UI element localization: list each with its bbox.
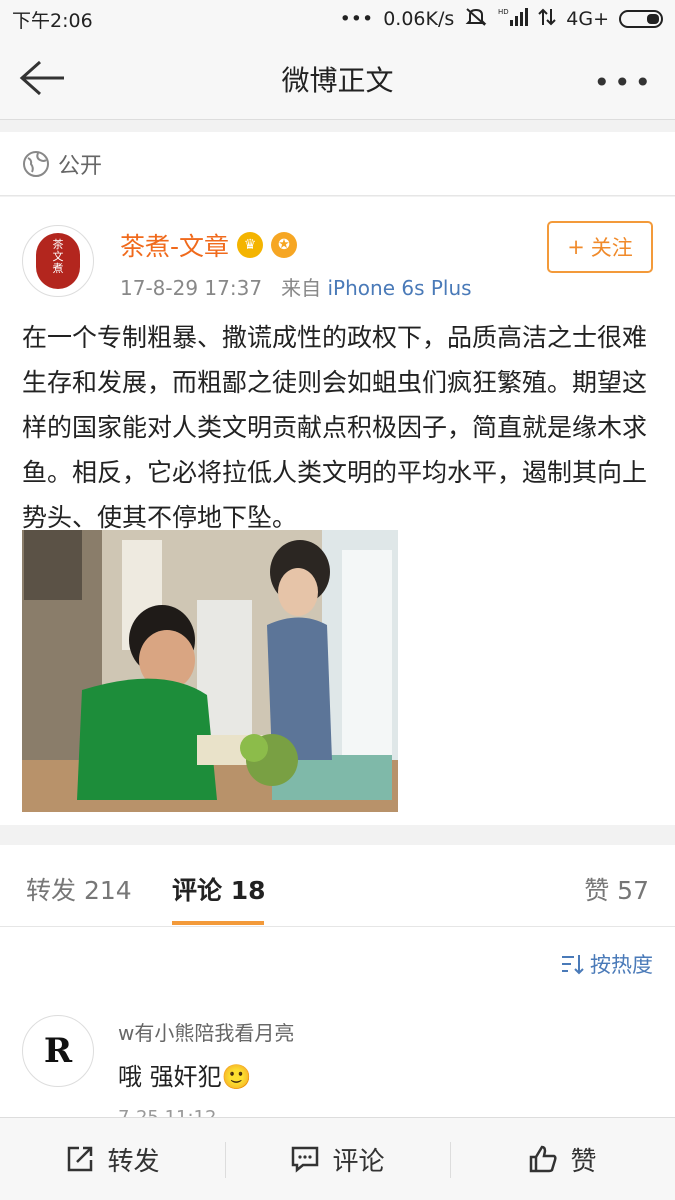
status-dots: •••: [339, 8, 374, 30]
active-tab-indicator: [172, 921, 264, 925]
photo-illustration: [22, 530, 398, 812]
like-button[interactable]: 赞: [450, 1118, 675, 1200]
back-button[interactable]: [18, 58, 66, 98]
repost-icon: [68, 1146, 93, 1172]
battery-icon: [619, 10, 663, 28]
globe-icon: [23, 150, 49, 177]
post-meta: 17-8-29 17:37 来自 iPhone 6s Plus: [120, 272, 472, 301]
tab-comments[interactable]: 评论 18: [172, 871, 266, 907]
post-card: 茶文煮 茶煮-文章 ♛ ✪ 17-8-29 17:37 来自 iPhone 6s…: [0, 197, 675, 825]
post-source[interactable]: iPhone 6s Plus: [328, 276, 472, 300]
repost-button[interactable]: 转发: [0, 1118, 225, 1200]
visibility-label: 公开: [58, 153, 103, 179]
author-avatar-image: 茶文煮: [36, 233, 80, 289]
comment-icon: [292, 1146, 319, 1173]
author-row: 茶煮-文章 ♛ ✪: [120, 227, 298, 263]
like-label: 赞: [570, 1146, 597, 1177]
post-date: 17-8-29 17:37: [120, 276, 263, 300]
back-arrow-icon: [19, 60, 64, 96]
visibility-row: 公开: [0, 132, 675, 196]
svg-text:HD: HD: [498, 8, 509, 16]
mute-icon: [464, 7, 488, 32]
status-time: 下午2:06: [12, 9, 93, 32]
follow-label: 关注: [590, 236, 633, 260]
page-title: 微博正文: [281, 63, 394, 97]
post-from-label: 来自: [281, 276, 322, 300]
vip-badge-icon: ✪: [271, 232, 298, 258]
title-bar: 微博正文 •••: [0, 38, 675, 120]
thumbs-up-icon: [530, 1145, 558, 1173]
author-name[interactable]: 茶煮-文章: [120, 227, 229, 263]
status-right: ••• 0.06K/s HD 4G+: [340, 7, 663, 32]
signal-icon: HD: [498, 7, 529, 32]
post-text: 在一个专制粗暴、撒谎成性的政权下，品质高洁之士很难生存和发展，而粗鄙之徒则会如蛆…: [22, 323, 648, 532]
post-photo[interactable]: [22, 530, 398, 812]
data-arrows-icon: [538, 7, 556, 32]
more-options-button[interactable]: •••: [593, 66, 655, 99]
comments-section: 按热度 R w有小熊陪我看月亮 哦 强奸犯🙂 7-25 11:12: [0, 927, 675, 1117]
network-speed: 0.06K/s: [383, 8, 455, 30]
plus-icon: +: [567, 235, 585, 259]
tab-reposts[interactable]: 转发 214: [26, 871, 132, 907]
network-type: 4G+: [566, 8, 609, 30]
repost-label: 转发: [107, 1146, 160, 1177]
sort-button[interactable]: 按热度: [560, 949, 653, 979]
comment-username[interactable]: w有小熊陪我看月亮: [118, 1017, 294, 1046]
sort-label: 按热度: [590, 953, 653, 977]
post-tabs: 转发 214 评论 18 赞 57: [0, 845, 675, 927]
author-avatar[interactable]: 茶文煮: [22, 225, 94, 297]
tab-likes[interactable]: 赞 57: [584, 871, 649, 907]
crown-badge-icon: ♛: [237, 232, 264, 258]
follow-button[interactable]: + 关注: [547, 221, 653, 273]
comment-label: 评论: [332, 1146, 385, 1177]
comment-text: 哦 强奸犯🙂: [118, 1063, 252, 1091]
comment-button[interactable]: 评论: [225, 1118, 450, 1200]
bottom-action-bar: 转发 评论 赞: [0, 1117, 675, 1200]
sort-icon: [562, 955, 584, 975]
status-bar: 下午2:06 ••• 0.06K/s HD 4G+: [0, 0, 675, 38]
comment-time: 7-25 11:12: [118, 1107, 216, 1117]
comment-avatar[interactable]: R: [22, 1015, 94, 1087]
